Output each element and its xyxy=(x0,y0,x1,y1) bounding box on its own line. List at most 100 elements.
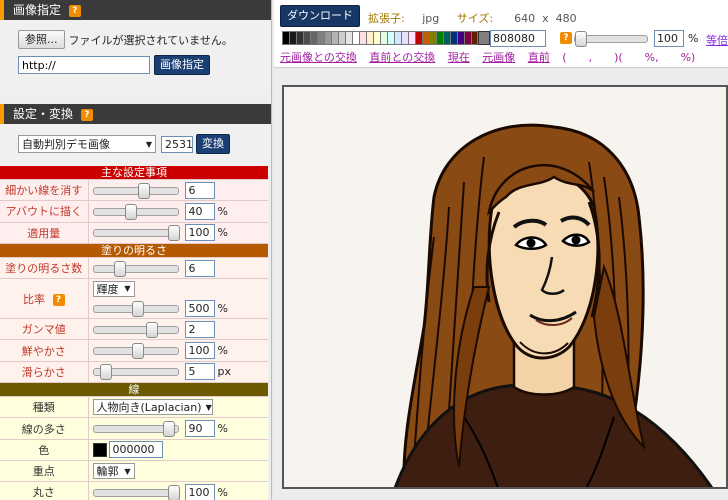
palette-swatch[interactable] xyxy=(415,31,422,45)
ratio-slider[interactable] xyxy=(92,300,179,317)
param-row: 細かい線を消す 6 xyxy=(0,179,268,202)
palette-swatch[interactable] xyxy=(408,31,415,45)
palette-swatch[interactable] xyxy=(359,31,366,45)
convert-button[interactable]: 変換 xyxy=(196,134,230,154)
paint-count-slider[interactable] xyxy=(92,260,179,277)
palette-swatch[interactable] xyxy=(394,31,401,45)
slider-thumb[interactable] xyxy=(131,300,144,317)
paint-count-input[interactable]: 6 xyxy=(184,259,215,277)
current-link[interactable]: 現在 xyxy=(448,51,470,64)
background-color-preview xyxy=(478,31,490,45)
swap-original-link[interactable]: 元画像との交換 xyxy=(280,51,357,64)
palette-swatch[interactable] xyxy=(296,31,303,45)
download-button[interactable]: ダウンロード xyxy=(280,5,360,27)
palette-swatch[interactable] xyxy=(373,31,380,45)
palette-swatch[interactable] xyxy=(324,31,331,45)
help-icon[interactable]: ? xyxy=(560,32,572,44)
line-amount-input[interactable]: 90 xyxy=(184,420,215,438)
palette-swatch[interactable] xyxy=(303,31,310,45)
amount-input[interactable]: 100 xyxy=(184,224,215,242)
param-row: 鮮やかさ 100% xyxy=(0,339,268,362)
preset-row: 自動判別デモ画像 ▼ 2531 変換 xyxy=(0,124,271,166)
original-link[interactable]: 元画像 xyxy=(482,51,515,64)
gamma-slider[interactable] xyxy=(92,321,179,338)
canvas-area xyxy=(274,69,728,500)
slider-thumb[interactable] xyxy=(124,203,137,220)
background-color-palette[interactable] xyxy=(282,31,478,45)
palette-swatch[interactable] xyxy=(464,31,471,45)
slider-thumb[interactable] xyxy=(145,321,158,338)
file-browse-button[interactable]: 参照... xyxy=(18,30,65,49)
size-x: x xyxy=(542,12,549,25)
gamma-input[interactable]: 2 xyxy=(184,320,215,338)
settings-section-title: 設定・変換 xyxy=(13,107,74,121)
preset-number-input[interactable]: 2531 xyxy=(161,135,193,153)
help-icon[interactable]: ? xyxy=(80,109,93,121)
previous-link[interactable]: 直前 xyxy=(528,51,550,64)
param-label: アバウトに描く xyxy=(0,200,89,223)
palette-swatch[interactable] xyxy=(282,31,289,45)
slider-thumb[interactable] xyxy=(131,343,144,360)
palette-swatch[interactable] xyxy=(338,31,345,45)
converted-image[interactable] xyxy=(282,85,728,489)
smooth-slider[interactable] xyxy=(92,364,179,381)
view-links: 元画像との交換 直前との交換 現在 元画像 直前 ( , )( %, %) xyxy=(280,49,695,65)
palette-swatch[interactable] xyxy=(310,31,317,45)
url-input[interactable] xyxy=(18,56,150,74)
palette-swatch[interactable] xyxy=(317,31,324,45)
palette-swatch[interactable] xyxy=(289,31,296,45)
palette-swatch[interactable] xyxy=(380,31,387,45)
slider-thumb[interactable] xyxy=(575,31,587,47)
size-width: 640 xyxy=(514,12,536,25)
roundness-slider[interactable] xyxy=(92,484,180,500)
fine-lines-slider[interactable] xyxy=(92,182,179,199)
background-hex-input[interactable]: 808080 xyxy=(490,30,546,47)
line-color-swatch[interactable] xyxy=(92,442,107,457)
slider-thumb[interactable] xyxy=(162,421,175,438)
preset-select[interactable]: 自動判別デモ画像 ▼ xyxy=(18,135,156,153)
palette-swatch[interactable] xyxy=(471,31,478,45)
unit-label: % xyxy=(217,485,228,499)
palette-swatch[interactable] xyxy=(429,31,436,45)
smooth-input[interactable]: 5 xyxy=(184,363,215,381)
emphasis-select[interactable]: 輪郭 ▼ xyxy=(92,463,135,480)
palette-swatch[interactable] xyxy=(436,31,443,45)
palette-swatch[interactable] xyxy=(387,31,394,45)
param-label: 鮮やかさ xyxy=(0,339,89,362)
palette-swatch[interactable] xyxy=(352,31,359,45)
help-icon[interactable]: ? xyxy=(52,293,65,306)
line-amount-slider[interactable] xyxy=(92,421,179,438)
palette-swatch[interactable] xyxy=(401,31,408,45)
slider-thumb[interactable] xyxy=(137,182,150,199)
unit-label: % xyxy=(217,204,228,218)
line-color-input[interactable]: 000000 xyxy=(108,441,163,459)
image-submit-button[interactable]: 画像指定 xyxy=(154,55,210,75)
palette-swatch[interactable] xyxy=(450,31,457,45)
zoom-slider[interactable] xyxy=(574,31,648,47)
slider-thumb[interactable] xyxy=(99,364,112,381)
vivid-input[interactable]: 100 xyxy=(184,342,215,360)
cartoon-portrait-illustration xyxy=(284,87,726,487)
fine-lines-input[interactable]: 6 xyxy=(184,181,215,199)
palette-swatch[interactable] xyxy=(457,31,464,45)
slider-thumb[interactable] xyxy=(167,225,180,242)
rough-draw-slider[interactable] xyxy=(92,203,179,220)
amount-slider[interactable] xyxy=(92,225,180,242)
palette-swatch[interactable] xyxy=(422,31,429,45)
palette-swatch[interactable] xyxy=(366,31,373,45)
vivid-slider[interactable] xyxy=(92,343,179,360)
zoom-input[interactable]: 100 xyxy=(654,30,684,47)
palette-swatch[interactable] xyxy=(443,31,450,45)
actual-size-link[interactable]: 等倍 xyxy=(706,32,728,48)
roundness-input[interactable]: 100 xyxy=(184,483,215,500)
line-type-select[interactable]: 人物向き(Laplacian) ▼ xyxy=(92,399,213,416)
help-icon[interactable]: ? xyxy=(68,5,81,17)
slider-thumb[interactable] xyxy=(167,484,180,500)
swap-previous-link[interactable]: 直前との交換 xyxy=(369,51,435,64)
rough-draw-input[interactable]: 40 xyxy=(184,202,215,220)
palette-swatch[interactable] xyxy=(345,31,352,45)
ratio-input[interactable]: 500 xyxy=(184,299,215,317)
palette-swatch[interactable] xyxy=(331,31,338,45)
slider-thumb[interactable] xyxy=(113,260,126,277)
ratio-select[interactable]: 輝度 ▼ xyxy=(92,280,135,297)
